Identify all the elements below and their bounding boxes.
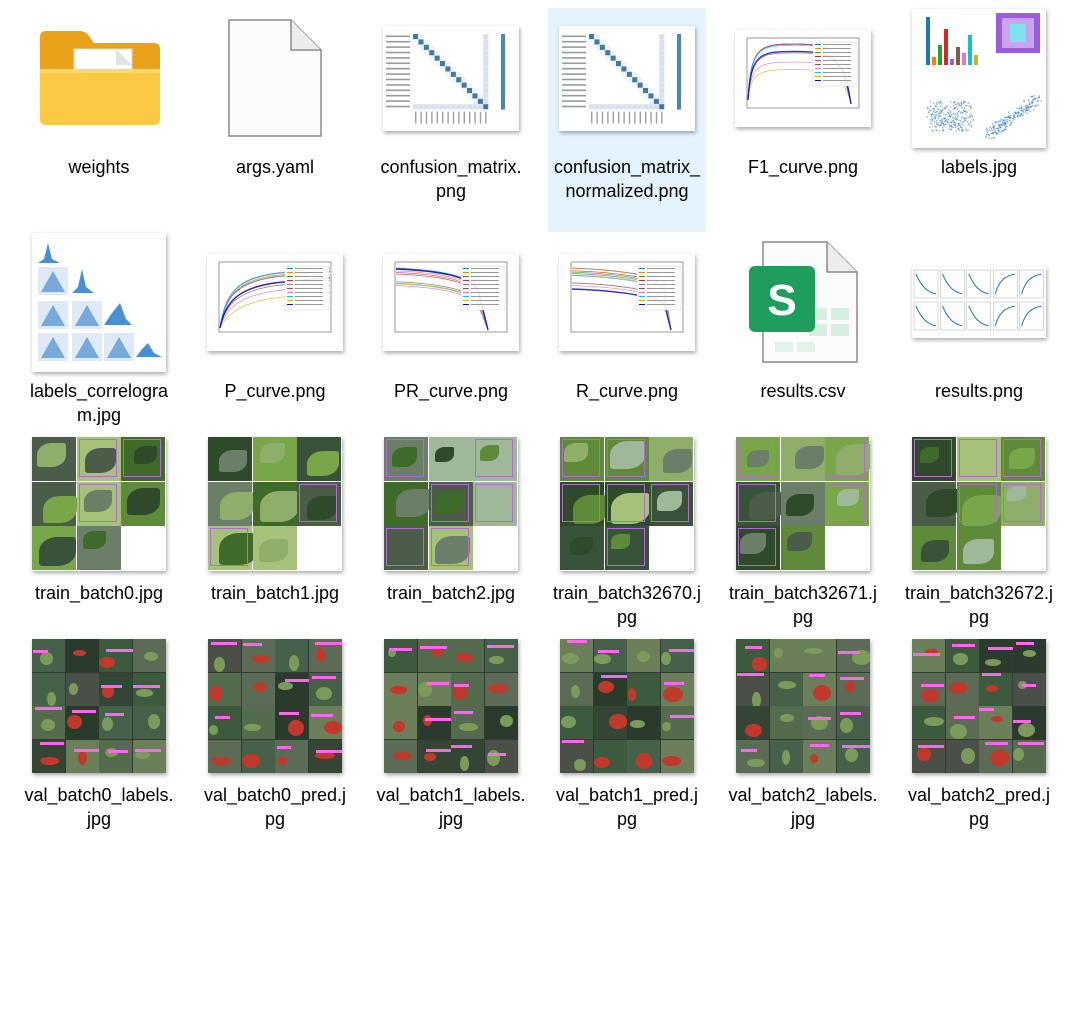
file-thumbnail xyxy=(900,636,1058,776)
file-name-label: val_batch0_labels.jpg xyxy=(24,785,174,829)
file-thumbnail xyxy=(20,636,178,776)
file-tile[interactable]: val_batch0_labels.jpg xyxy=(20,636,178,832)
file-tile[interactable]: P_curve.png xyxy=(196,232,354,428)
file-name-label: confusion_matrix.png xyxy=(380,157,522,201)
file-name-label: results.png xyxy=(934,381,1024,401)
file-tile[interactable]: confusion_matrix_normalized.png xyxy=(548,8,706,232)
image-preview xyxy=(736,639,870,773)
image-preview xyxy=(383,253,519,351)
file-name-label: R_curve.png xyxy=(575,381,679,401)
file-name-label: train_batch32672.jpg xyxy=(904,583,1054,627)
image-preview xyxy=(32,437,166,571)
file-thumbnail xyxy=(900,8,1058,148)
file-grid: weights args.yaml confusion_matrix.png con… xyxy=(0,0,1076,1034)
image-preview xyxy=(912,266,1046,338)
image-preview xyxy=(559,25,695,131)
file-tile[interactable]: val_batch2_pred.jpg xyxy=(900,636,1058,832)
file-tile[interactable]: val_batch1_pred.jpg xyxy=(548,636,706,832)
file-thumbnail xyxy=(548,232,706,372)
file-tile[interactable]: val_batch2_labels.jpg xyxy=(724,636,882,832)
file-name-label: train_batch2.jpg xyxy=(386,583,516,603)
file-thumbnail xyxy=(372,8,530,148)
file-name-label: weights xyxy=(68,157,130,177)
file-name-label: val_batch1_labels.jpg xyxy=(376,785,526,829)
file-thumbnail xyxy=(196,636,354,776)
image-preview xyxy=(912,8,1046,148)
file-thumbnail xyxy=(548,8,706,148)
file-thumbnail xyxy=(548,434,706,574)
file-thumbnail xyxy=(900,434,1058,574)
file-tile[interactable]: weights xyxy=(20,8,178,232)
file-thumbnail xyxy=(20,8,178,148)
file-thumbnail xyxy=(548,636,706,776)
file-tile[interactable]: F1_curve.png xyxy=(724,8,882,232)
file-thumbnail xyxy=(900,232,1058,372)
file-tile[interactable]: val_batch1_labels.jpg xyxy=(372,636,530,832)
image-preview xyxy=(912,639,1046,773)
file-thumbnail xyxy=(372,232,530,372)
file-name-label: confusion_matrix_normalized.png xyxy=(553,157,701,201)
file-name-label: PR_curve.png xyxy=(393,381,509,401)
file-name-label: val_batch2_pred.jpg xyxy=(907,785,1051,829)
file-name-label: labels.jpg xyxy=(940,157,1018,177)
file-thumbnail xyxy=(724,8,882,148)
file-tile[interactable]: args.yaml xyxy=(196,8,354,232)
file-tile[interactable]: train_batch32671.jpg xyxy=(724,434,882,630)
file-thumbnail xyxy=(20,232,178,372)
file-tile[interactable]: train_batch2.jpg xyxy=(372,434,530,630)
file-name-label: args.yaml xyxy=(235,157,315,177)
file-name-label: P_curve.png xyxy=(224,381,326,401)
file-name-label: val_batch1_pred.jpg xyxy=(555,785,699,829)
folder-icon xyxy=(40,31,160,125)
file-tile[interactable]: train_batch32672.jpg xyxy=(900,434,1058,630)
file-tile[interactable]: R_curve.png xyxy=(548,232,706,428)
file-thumbnail xyxy=(724,636,882,776)
file-name-label: train_batch1.jpg xyxy=(210,583,340,603)
file-name-label: labels_correlogram.jpg xyxy=(29,381,169,425)
image-preview xyxy=(384,639,518,773)
file-name-label: F1_curve.png xyxy=(747,157,859,177)
image-preview xyxy=(208,437,342,571)
file-tile[interactable]: S results.csv xyxy=(724,232,882,428)
image-preview xyxy=(207,253,343,351)
image-preview xyxy=(736,437,870,571)
file-tile[interactable]: train_batch0.jpg xyxy=(20,434,178,630)
file-tile[interactable]: labels.jpg xyxy=(900,8,1058,232)
file-name-label: train_batch32671.jpg xyxy=(728,583,878,627)
image-preview xyxy=(383,25,519,131)
file-name-label: train_batch32670.jpg xyxy=(552,583,702,627)
yaml-file-icon xyxy=(228,19,322,137)
image-preview xyxy=(384,437,518,571)
file-tile[interactable]: val_batch0_pred.jpg xyxy=(196,636,354,832)
image-preview xyxy=(32,639,166,773)
file-thumbnail: S xyxy=(724,232,882,372)
file-thumbnail xyxy=(196,434,354,574)
image-preview xyxy=(32,232,166,372)
csv-badge-letter: S xyxy=(767,276,796,325)
image-preview xyxy=(560,437,694,571)
file-tile[interactable]: train_batch32670.jpg xyxy=(548,434,706,630)
image-preview xyxy=(735,29,871,127)
file-tile[interactable]: labels_correlogram.jpg xyxy=(20,232,178,428)
image-preview xyxy=(912,437,1046,571)
file-name-label: val_batch2_labels.jpg xyxy=(728,785,878,829)
spreadsheet-icon: S xyxy=(749,241,858,363)
file-name-label: results.csv xyxy=(760,381,846,401)
file-name-label: train_batch0.jpg xyxy=(34,583,164,603)
image-preview xyxy=(559,253,695,351)
file-tile[interactable]: confusion_matrix.png xyxy=(372,8,530,232)
file-thumbnail xyxy=(724,434,882,574)
file-thumbnail xyxy=(196,8,354,148)
file-thumbnail xyxy=(372,636,530,776)
file-thumbnail xyxy=(20,434,178,574)
image-preview xyxy=(560,639,694,773)
file-thumbnail xyxy=(196,232,354,372)
image-preview xyxy=(208,639,342,773)
file-tile[interactable]: train_batch1.jpg xyxy=(196,434,354,630)
file-tile[interactable]: PR_curve.png xyxy=(372,232,530,428)
file-tile[interactable]: results.png xyxy=(900,232,1058,428)
file-name-label: val_batch0_pred.jpg xyxy=(203,785,347,829)
file-thumbnail xyxy=(372,434,530,574)
